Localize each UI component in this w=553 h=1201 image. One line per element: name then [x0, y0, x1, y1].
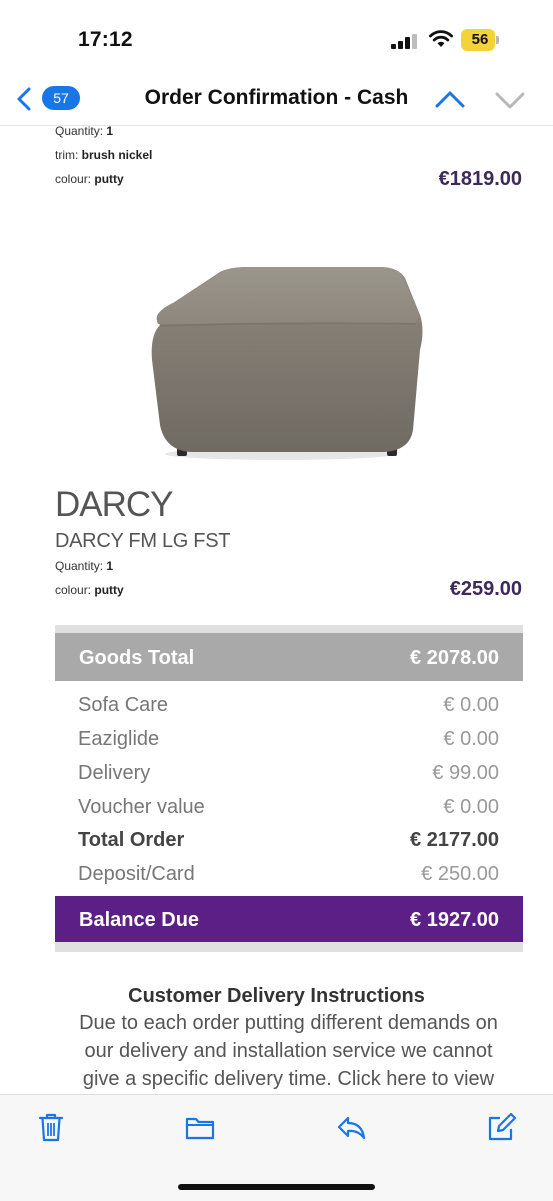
folder-icon[interactable] — [185, 1111, 215, 1143]
reply-icon[interactable] — [336, 1111, 366, 1143]
deposit-value: € 250.00 — [421, 863, 499, 885]
balance-due-label: Balance Due — [79, 909, 200, 931]
delivery-label: Delivery — [78, 762, 151, 784]
voucher-value: € 0.00 — [443, 796, 499, 818]
goods-total-value: € 2078.00 — [410, 647, 499, 669]
chevron-up-icon[interactable] — [433, 86, 467, 114]
balance-due-row: Balance Due € 1927.00 — [55, 896, 523, 942]
compose-icon[interactable] — [487, 1111, 517, 1143]
eaziglide-value: € 0.00 — [443, 728, 499, 750]
footstool-image — [151, 267, 423, 460]
battery-level: 56 — [471, 31, 489, 48]
item1-colour: colour: putty — [55, 172, 124, 186]
total-order-label: Total Order — [78, 829, 185, 851]
page-title: Order Confirmation - Cash — [144, 86, 409, 109]
status-time: 17:12 — [78, 28, 133, 51]
item1-trim: trim: brush nickel — [55, 148, 153, 162]
item2-colour: colour: putty — [55, 583, 124, 597]
wifi-icon — [429, 30, 453, 47]
trash-icon[interactable] — [36, 1111, 66, 1143]
balance-due-value: € 1927.00 — [410, 909, 499, 931]
sofa-care-label: Sofa Care — [78, 694, 169, 716]
voucher-label: Voucher value — [78, 796, 205, 818]
totals-top-band — [55, 625, 523, 633]
item1-quantity: Quantity: 1 — [55, 124, 114, 138]
battery-icon: 56 — [461, 29, 499, 51]
chevron-down-icon[interactable] — [493, 86, 527, 114]
item1-price: €1819.00 — [438, 168, 522, 190]
sofa-care-value: € 0.00 — [443, 694, 499, 716]
unread-count-badge[interactable]: 57 — [42, 86, 80, 110]
back-chevron-icon[interactable] — [14, 86, 36, 112]
delivery-instructions-title: Customer Delivery Instructions — [128, 985, 425, 1007]
product-code: DARCY FM LG FST — [55, 530, 231, 552]
home-indicator — [178, 1184, 375, 1190]
signal-icon — [391, 33, 419, 49]
delivery-instructions-body[interactable]: Due to each order putting different dema… — [76, 1009, 501, 1097]
deposit-label: Deposit/Card — [78, 863, 195, 885]
goods-total-label: Goods Total — [79, 647, 195, 669]
totals-bottom-band — [55, 942, 523, 952]
item2-quantity: Quantity: 1 — [55, 559, 114, 573]
goods-total-row: Goods Total € 2078.00 — [55, 633, 523, 681]
eaziglide-label: Eaziglide — [78, 728, 160, 750]
product-name: DARCY — [55, 485, 174, 524]
total-order-value: € 2177.00 — [410, 829, 499, 851]
item2-price: €259.00 — [449, 578, 522, 600]
delivery-value: € 99.00 — [432, 762, 499, 784]
